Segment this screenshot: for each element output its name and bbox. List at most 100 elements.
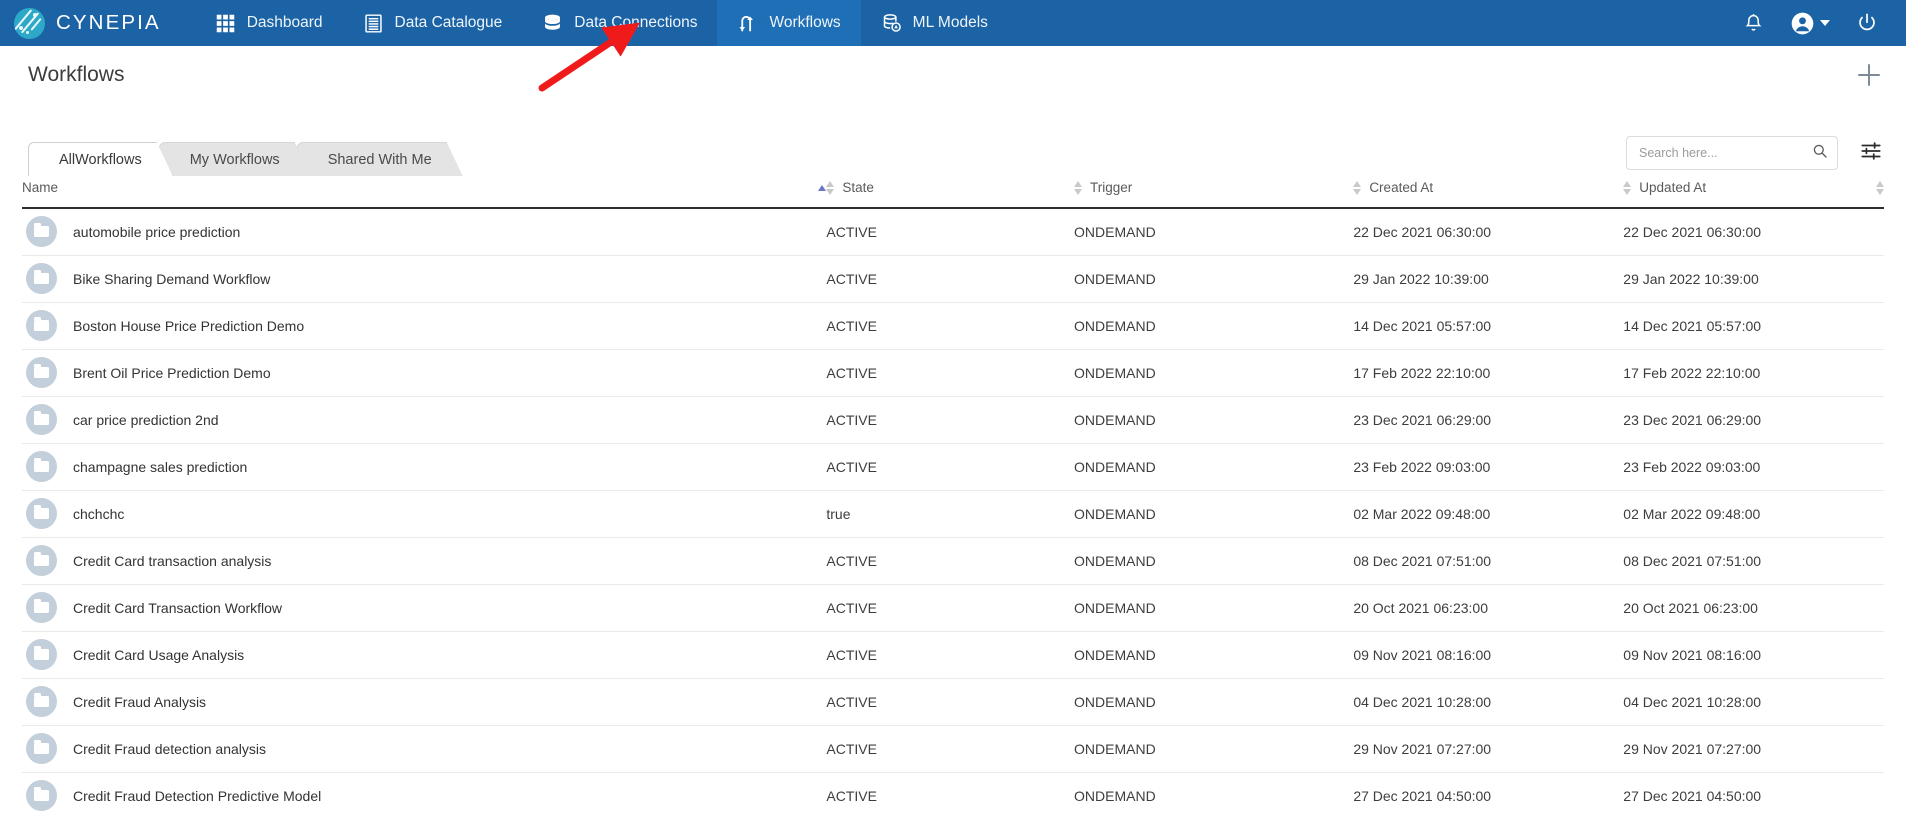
top-navigation-bar: CYNEPIA Dashboard Data Catalogue Data Co… bbox=[0, 0, 1906, 92]
cell-created: 17 Feb 2022 22:10:00 bbox=[1353, 349, 1623, 396]
add-workflow-button[interactable] bbox=[1854, 60, 1884, 90]
cell-trigger: ONDEMAND bbox=[1074, 349, 1353, 396]
nav-item-data-connections[interactable]: Data Connections bbox=[522, 0, 717, 46]
cell-created: 20 Oct 2021 06:23:00 bbox=[1353, 584, 1623, 631]
cell-updated: 14 Dec 2021 05:57:00 bbox=[1623, 302, 1884, 349]
cell-name[interactable]: Credit Fraud Detection Predictive Model bbox=[22, 772, 826, 816]
created-value: 17 Feb 2022 22:10:00 bbox=[1353, 364, 1491, 381]
cell-state: ACTIVE bbox=[826, 678, 1074, 725]
column-header-state[interactable]: State bbox=[826, 176, 1075, 209]
workflow-name: Credit Card transaction analysis bbox=[73, 552, 272, 569]
workflow-folder-icon bbox=[26, 404, 57, 435]
sort-icon[interactable] bbox=[1353, 180, 1362, 195]
table-row[interactable]: automobile price prediction ACTIVE ONDEMAN… bbox=[22, 208, 1884, 255]
table-row[interactable]: chchchc true ONDEMAND 02 Mar 2022 09:48:00 0… bbox=[22, 490, 1884, 537]
nav-item-data-catalogue[interactable]: Data Catalogue bbox=[343, 0, 523, 46]
workflow-folder-icon bbox=[26, 216, 57, 248]
state-value: ACTIVE bbox=[826, 740, 877, 757]
updated-value: 23 Dec 2021 06:29:00 bbox=[1623, 411, 1762, 428]
power-logout-icon[interactable] bbox=[1856, 12, 1878, 34]
column-header-updated-at[interactable]: Updated At bbox=[1623, 176, 1884, 209]
search-icon[interactable] bbox=[1812, 143, 1828, 164]
sort-icon[interactable] bbox=[826, 180, 835, 195]
page-title: Workflows bbox=[28, 63, 125, 86]
tab-shared-with-me[interactable]: Shared With Me bbox=[297, 142, 463, 176]
sort-asc-icon[interactable] bbox=[818, 184, 827, 191]
sort-icon[interactable] bbox=[1074, 180, 1083, 195]
state-value: ACTIVE bbox=[826, 458, 877, 475]
workflow-name: Credit Card Transaction Workflow bbox=[73, 599, 283, 616]
search-box[interactable] bbox=[1626, 136, 1838, 170]
table-row[interactable]: Boston House Price Prediction Demo ACTIVE… bbox=[22, 302, 1884, 349]
table-row[interactable]: Credit Fraud detection analysis ACTIVE OND… bbox=[22, 725, 1884, 772]
cell-name[interactable]: Credit Fraud Analysis bbox=[22, 678, 826, 725]
cell-state: ACTIVE bbox=[826, 631, 1074, 678]
column-header-trigger[interactable]: Trigger bbox=[1074, 176, 1354, 209]
created-value: 14 Dec 2021 05:57:00 bbox=[1353, 317, 1492, 334]
cell-trigger: ONDEMAND bbox=[1074, 725, 1353, 772]
workflow-name: Credit Card Usage Analysis bbox=[73, 646, 245, 663]
notifications-bell-icon[interactable] bbox=[1743, 13, 1764, 34]
trigger-value: ONDEMAND bbox=[1074, 411, 1156, 428]
nav-item-label: Data Catalogue bbox=[394, 14, 503, 31]
sort-icon-trailing[interactable] bbox=[1876, 180, 1884, 195]
trigger-value: ONDEMAND bbox=[1074, 599, 1156, 616]
brand[interactable]: CYNEPIA bbox=[14, 7, 161, 39]
cell-created: 27 Dec 2021 04:50:00 bbox=[1353, 772, 1623, 816]
column-label: Updated At bbox=[1639, 180, 1707, 195]
cell-name[interactable]: champagne sales prediction bbox=[22, 443, 826, 490]
workflow-folder-icon bbox=[26, 686, 57, 717]
table-row[interactable]: car price prediction 2nd ACTIVE ONDEMAND 23… bbox=[22, 396, 1884, 443]
workflow-folder-icon bbox=[26, 780, 57, 811]
sort-icon[interactable] bbox=[1623, 180, 1632, 195]
cell-name[interactable]: Credit Card Transaction Workflow bbox=[22, 584, 826, 631]
table-row[interactable]: Brent Oil Price Prediction Demo ACTIVE OND… bbox=[22, 349, 1884, 396]
table-row[interactable]: Credit Card Usage Analysis ACTIVE ONDEMAND… bbox=[22, 631, 1884, 678]
user-avatar-icon[interactable] bbox=[1790, 11, 1830, 36]
cell-name[interactable]: automobile price prediction bbox=[22, 208, 826, 255]
ml-model-icon bbox=[881, 13, 902, 34]
created-value: 04 Dec 2021 10:28:00 bbox=[1353, 693, 1492, 710]
cell-name[interactable]: Credit Card transaction analysis bbox=[22, 537, 826, 584]
column-header-name[interactable]: Name bbox=[22, 176, 827, 209]
cell-created: 22 Dec 2021 06:30:00 bbox=[1353, 208, 1623, 255]
table-row[interactable]: Credit Fraud Analysis ACTIVE ONDEMAND 04 De… bbox=[22, 678, 1884, 725]
updated-value: 09 Nov 2021 08:16:00 bbox=[1623, 646, 1762, 663]
cell-trigger: ONDEMAND bbox=[1074, 396, 1353, 443]
table-row[interactable]: champagne sales prediction ACTIVE ONDEMAND… bbox=[22, 443, 1884, 490]
nav-item-dashboard[interactable]: Dashboard bbox=[195, 0, 343, 46]
state-value: true bbox=[826, 505, 851, 522]
state-value: ACTIVE bbox=[826, 411, 877, 428]
table-row[interactable]: Credit Card transaction analysis ACTIVE ON… bbox=[22, 537, 1884, 584]
nav-item-ml-models[interactable]: ML Models bbox=[861, 0, 1008, 46]
tab-my-workflows[interactable]: My Workflows bbox=[159, 142, 311, 176]
cell-name[interactable]: Bike Sharing Demand Workflow bbox=[22, 255, 826, 302]
cell-updated: 17 Feb 2022 22:10:00 bbox=[1623, 349, 1884, 396]
column-label: State bbox=[842, 180, 874, 195]
nav-item-label: ML Models bbox=[912, 14, 988, 31]
search-input[interactable] bbox=[1639, 146, 1812, 160]
cell-name[interactable]: Credit Card Usage Analysis bbox=[22, 631, 826, 678]
table-row[interactable]: Credit Card Transaction Workflow ACTIVE ON… bbox=[22, 584, 1884, 631]
created-value: 23 Dec 2021 06:29:00 bbox=[1353, 411, 1492, 428]
table-row[interactable]: Credit Fraud Detection Predictive Model A… bbox=[22, 772, 1884, 816]
column-header-created-at[interactable]: Created At bbox=[1353, 176, 1624, 209]
table-row[interactable]: Bike Sharing Demand Workflow ACTIVE ONDEMA… bbox=[22, 255, 1884, 302]
cell-name[interactable]: car price prediction 2nd bbox=[22, 396, 826, 443]
cell-created: 09 Nov 2021 08:16:00 bbox=[1353, 631, 1623, 678]
nav-item-label: Dashboard bbox=[246, 14, 323, 31]
updated-value: 29 Jan 2022 10:39:00 bbox=[1623, 270, 1759, 287]
nav-item-workflows[interactable]: Workflows bbox=[717, 0, 861, 46]
updated-value: 04 Dec 2021 10:28:00 bbox=[1623, 693, 1762, 710]
tab-all-workflows[interactable]: AllWorkflows bbox=[28, 142, 173, 176]
cell-name[interactable]: Credit Fraud detection analysis bbox=[22, 725, 826, 772]
cell-updated: 08 Dec 2021 07:51:00 bbox=[1623, 537, 1884, 584]
cell-name[interactable]: Boston House Price Prediction Demo bbox=[22, 302, 826, 349]
cell-name[interactable]: chchchc bbox=[22, 490, 826, 537]
state-value: ACTIVE bbox=[826, 364, 877, 381]
cell-name[interactable]: Brent Oil Price Prediction Demo bbox=[22, 349, 826, 396]
workflow-name: champagne sales prediction bbox=[73, 458, 248, 475]
trigger-value: ONDEMAND bbox=[1074, 740, 1156, 757]
workflow-icon bbox=[737, 13, 758, 34]
filter-sliders-icon[interactable] bbox=[1860, 140, 1882, 167]
